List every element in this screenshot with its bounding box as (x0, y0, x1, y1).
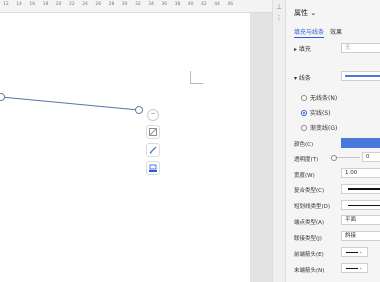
horizontal-ruler: 12 14 16 18 20 22 24 26 28 30 32 34 36 38 40 42 44 46 (0, 0, 272, 13)
ruler-number: 36 (161, 2, 168, 7)
begin-arrow-label: 前端箭头(E) (294, 252, 324, 258)
ruler-number: 18 (42, 2, 49, 7)
tab-fill-line[interactable]: 填充与线条 (294, 27, 325, 38)
radio-no-line-dot (301, 94, 307, 101)
radio-no-line[interactable]: 无线条(N) (301, 93, 337, 102)
ruler-number: 32 (135, 2, 141, 7)
selected-line-shape[interactable] (0, 96, 140, 111)
compound-type-label: 复合类型(C) (294, 188, 325, 194)
ruler-number: 14 (16, 2, 22, 7)
line-end-handle[interactable] (135, 106, 143, 114)
shape-style-button[interactable] (146, 125, 160, 139)
line-color-picker[interactable] (341, 138, 380, 148)
line-shape-layer (0, 96, 140, 111)
ruler-number: 12 (3, 2, 9, 7)
ruler-number: 42 (201, 2, 207, 7)
properties-panel: 属性 ⌄ 填充与线条 效果 ▸ 填充 无 ▾ 线条 无线条(N) 实线(S) 渐… (285, 0, 380, 282)
collapse-toolbar-button[interactable]: − (147, 109, 159, 121)
ruler-number: 30 (121, 2, 128, 7)
end-arrow-select[interactable]: ⌄ (341, 263, 368, 273)
radio-gradient-line-dot (301, 124, 307, 131)
dash-type-label: 短划线类型(D) (294, 204, 331, 210)
join-type-select[interactable]: 斜接 (341, 231, 380, 241)
chevron-down-icon: ⌄ (358, 265, 363, 271)
transparency-slider-knob[interactable] (331, 155, 337, 161)
ruler-number: 44 (214, 2, 220, 7)
end-arrow-swatch (346, 268, 358, 269)
color-label: 颜色(C) (294, 142, 314, 148)
properties-strip-icon[interactable]: ⊥ (275, 3, 283, 11)
radio-solid-line-dot (301, 109, 307, 116)
compound-type-select[interactable] (341, 184, 380, 194)
ruler-number: 46 (227, 2, 234, 7)
ruler-number: 38 (174, 2, 181, 7)
settings-strip-icon[interactable]: ⋮ (275, 14, 283, 22)
fill-color-button[interactable] (146, 161, 160, 175)
dash-swatch (348, 205, 380, 206)
radio-gradient-line-label: 渐变线(G) (310, 125, 338, 132)
pen-icon (149, 146, 157, 154)
begin-arrow-select[interactable]: ⌄ (341, 247, 368, 257)
ruler-number: 24 (82, 2, 88, 7)
line-preset-swatch (345, 75, 380, 77)
width-input[interactable]: 1.00 (341, 168, 380, 178)
ruler-number: 22 (69, 2, 75, 7)
line-edit-button[interactable] (146, 143, 160, 157)
ruler-number: 40 (187, 2, 194, 7)
tab-effects[interactable]: 效果 (330, 27, 342, 36)
panel-title[interactable]: 属性 ⌄ (294, 8, 316, 18)
shape-style-icon (149, 128, 157, 136)
cap-type-select[interactable]: 平面 (341, 215, 380, 225)
radio-gradient-line[interactable]: 渐变线(G) (301, 123, 337, 132)
transparency-input[interactable]: 0 (362, 152, 380, 162)
transparency-slider-track[interactable] (334, 157, 360, 158)
compound-swatch (348, 188, 380, 190)
document-page[interactable] (0, 13, 250, 282)
ruler-number: 34 (148, 2, 154, 7)
fill-select[interactable]: 无 (341, 43, 380, 53)
ruler-number: 20 (55, 2, 62, 7)
end-arrow-label: 末端箭头(N) (294, 268, 325, 274)
shape-quick-toolbar: − (146, 109, 160, 179)
transparency-label: 透明度(T) (294, 157, 319, 163)
line-section-header[interactable]: ▾ 线条 (294, 73, 311, 82)
line-preset-select[interactable] (341, 71, 380, 81)
radio-no-line-label: 无线条(N) (310, 95, 338, 102)
join-type-label: 联接类型(J) (294, 236, 322, 242)
radio-solid-line[interactable]: 实线(S) (301, 108, 331, 117)
ruler-number: 16 (29, 2, 36, 7)
chevron-down-icon: ⌄ (358, 249, 363, 255)
ruler-number: 28 (108, 2, 115, 7)
document-canvas: − (0, 13, 272, 282)
dash-type-select[interactable] (341, 200, 380, 210)
side-icon-strip: ⊥ ⋮ (272, 0, 285, 282)
fill-bucket-icon (149, 164, 157, 172)
ruler-number: 26 (95, 2, 102, 7)
cap-type-label: 端点类型(A) (294, 220, 325, 226)
fill-section-header[interactable]: ▸ 填充 (294, 44, 311, 53)
radio-solid-line-label: 实线(S) (310, 110, 331, 117)
begin-arrow-swatch (346, 252, 358, 253)
width-label: 宽度(W) (294, 173, 315, 179)
